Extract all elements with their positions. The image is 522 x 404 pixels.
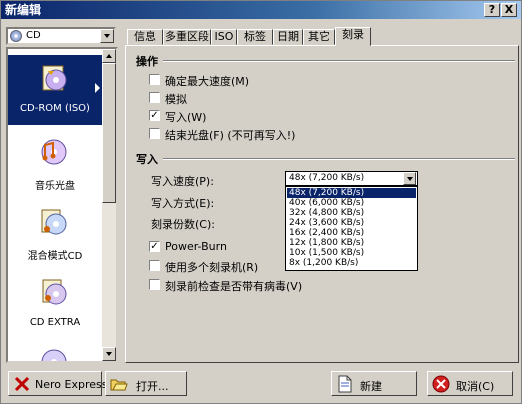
write-label: 写入(W) bbox=[165, 111, 207, 124]
dropdown-arrow-button[interactable] bbox=[403, 172, 416, 185]
compilation-item-mixed-mode[interactable]: 混合模式CD bbox=[8, 199, 102, 269]
cd-rom-icon bbox=[39, 63, 69, 93]
tab-multisession[interactable]: 多重区段 bbox=[163, 29, 211, 45]
actions-heading: 操作 bbox=[136, 55, 158, 68]
new-document-icon bbox=[338, 375, 352, 393]
arrow-up-icon bbox=[106, 54, 112, 58]
audio-cd-icon bbox=[39, 137, 69, 167]
speed-option[interactable]: 16x (2,400 KB/s) bbox=[287, 228, 416, 238]
tab-date[interactable]: 日期 bbox=[273, 29, 303, 45]
chevron-down-icon bbox=[104, 34, 110, 38]
finalize-disc-checkbox[interactable] bbox=[149, 128, 160, 139]
write-method-label: 写入方式(E): bbox=[151, 197, 215, 210]
power-burn-label: Power-Burn bbox=[165, 240, 227, 253]
virus-check-checkbox[interactable] bbox=[149, 279, 160, 290]
window-title: 新编辑 bbox=[5, 3, 42, 17]
scrollbar-thumb[interactable] bbox=[102, 63, 116, 203]
chevron-down-icon bbox=[407, 177, 413, 181]
write-checkbox[interactable]: ✓ bbox=[149, 110, 160, 121]
simulate-checkbox[interactable] bbox=[149, 92, 160, 103]
cd-disc-icon bbox=[10, 30, 22, 42]
compilation-label: CD-ROM (ISO) bbox=[20, 103, 90, 114]
speed-option[interactable]: 32x (4,800 KB/s) bbox=[287, 208, 416, 218]
folder-open-icon bbox=[110, 379, 128, 391]
speed-option[interactable]: 10x (1,500 KB/s) bbox=[287, 248, 416, 258]
new-button[interactable]: 新建 bbox=[331, 371, 417, 396]
check-mark-icon: ✓ bbox=[150, 241, 159, 252]
arrow-down-icon bbox=[106, 352, 112, 356]
virus-check-label: 刻录前检查是否带有病毒(V) bbox=[165, 280, 303, 293]
disc-type-value: CD bbox=[26, 30, 41, 41]
finalize-disc-label: 结束光盘(F) (不可再写入!) bbox=[165, 129, 296, 142]
power-burn-checkbox[interactable]: ✓ bbox=[149, 241, 160, 252]
cd-disc-icon bbox=[39, 347, 69, 361]
new-compilation-dialog: 新编辑 ? X CD CD-ROM (ISO) 音乐光盘 混合模式CD CD E… bbox=[0, 0, 522, 404]
new-label: 新建 bbox=[360, 380, 382, 393]
check-mark-icon: ✓ bbox=[150, 110, 159, 121]
cancel-icon bbox=[432, 375, 450, 393]
title-bar[interactable]: 新编辑 ? X bbox=[1, 1, 521, 19]
simulate-label: 模拟 bbox=[165, 93, 187, 106]
write-heading: 写入 bbox=[136, 153, 158, 166]
write-divider bbox=[163, 158, 515, 160]
dropdown-arrow-button[interactable] bbox=[100, 29, 114, 43]
max-speed-label: 确定最大速度(M) bbox=[165, 75, 250, 88]
open-button[interactable]: 打开... bbox=[105, 371, 187, 396]
mixed-mode-cd-icon bbox=[39, 207, 69, 237]
disc-type-select[interactable]: CD bbox=[6, 27, 116, 45]
compilation-item-audio-cd[interactable]: 音乐光盘 bbox=[8, 129, 102, 199]
write-speed-label: 写入速度(P): bbox=[151, 175, 214, 188]
help-button[interactable]: ? bbox=[484, 3, 500, 17]
compilation-label: 音乐光盘 bbox=[35, 181, 75, 192]
speed-option[interactable]: 8x (1,200 KB/s) bbox=[287, 258, 416, 268]
close-button[interactable]: X bbox=[501, 3, 517, 17]
tab-label[interactable]: 标签 bbox=[237, 29, 273, 45]
multiple-recorders-checkbox[interactable] bbox=[149, 260, 160, 271]
copies-label: 刻录份数(C): bbox=[151, 218, 215, 231]
compilation-type-list[interactable]: CD-ROM (ISO) 音乐光盘 混合模式CD CD EXTRA bbox=[6, 47, 118, 363]
compilation-label: 混合模式CD bbox=[27, 251, 83, 262]
compilation-item-partial[interactable] bbox=[8, 339, 102, 361]
speed-option[interactable]: 24x (3,600 KB/s) bbox=[287, 218, 416, 228]
compilation-item-cd-rom[interactable]: CD-ROM (ISO) bbox=[8, 55, 102, 125]
write-speed-value: 48x (7,200 KB/s) bbox=[289, 173, 365, 183]
scroll-up-button[interactable] bbox=[102, 49, 116, 63]
tab-burn[interactable]: 刻录 bbox=[335, 27, 371, 46]
multiple-recorders-label: 使用多个刻录机(R) bbox=[165, 261, 259, 274]
vertical-scrollbar[interactable] bbox=[102, 49, 116, 361]
speed-option[interactable]: 48x (7,200 KB/s) bbox=[287, 188, 416, 198]
tab-misc[interactable]: 其它 bbox=[303, 29, 335, 45]
chevron-right-icon bbox=[95, 83, 100, 93]
cd-extra-icon bbox=[39, 277, 69, 307]
write-speed-dropdown-list[interactable]: 48x (7,200 KB/s) 40x (6,000 KB/s) 32x (4… bbox=[285, 186, 418, 271]
scroll-down-button[interactable] bbox=[102, 347, 116, 361]
nero-express-button[interactable]: Nero Express(X) bbox=[8, 371, 124, 396]
cancel-label: 取消(C) bbox=[456, 380, 495, 393]
open-label: 打开... bbox=[136, 380, 169, 393]
speed-option[interactable]: 40x (6,000 KB/s) bbox=[287, 198, 416, 208]
write-speed-select[interactable]: 48x (7,200 KB/s) bbox=[285, 171, 418, 186]
tab-iso[interactable]: ISO bbox=[211, 29, 237, 45]
cancel-button[interactable]: 取消(C) bbox=[427, 371, 513, 396]
speed-option[interactable]: 12x (1,800 KB/s) bbox=[287, 238, 416, 248]
compilation-label: CD EXTRA bbox=[29, 317, 81, 328]
compilation-item-cd-extra[interactable]: CD EXTRA bbox=[8, 269, 102, 339]
tab-info[interactable]: 信息 bbox=[127, 29, 163, 45]
max-speed-checkbox[interactable] bbox=[149, 74, 160, 85]
nero-logo-icon bbox=[14, 376, 30, 392]
actions-divider bbox=[163, 60, 515, 62]
